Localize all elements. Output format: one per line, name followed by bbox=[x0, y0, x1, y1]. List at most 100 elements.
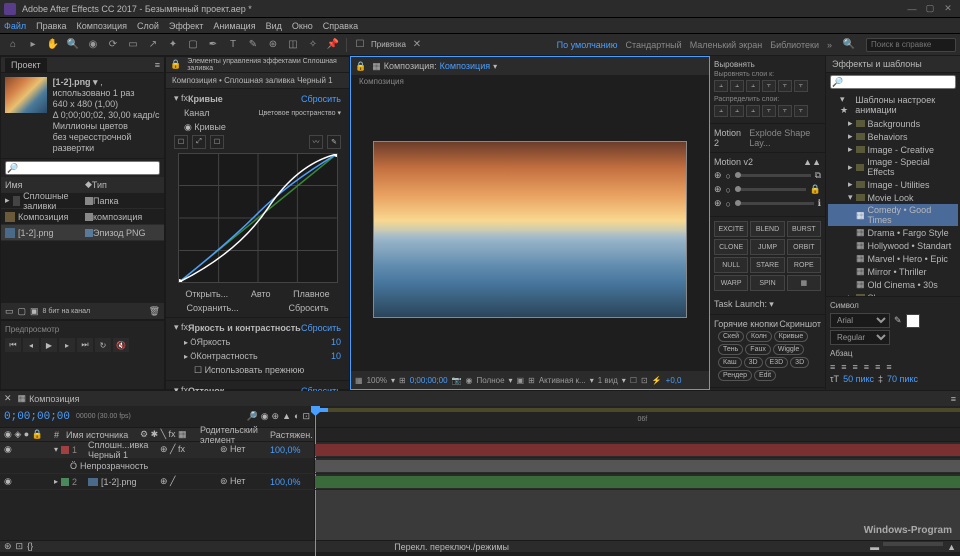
workspace-more-icon[interactable]: » bbox=[827, 40, 832, 50]
open-button[interactable]: Открыть... bbox=[185, 289, 228, 299]
tree-folder[interactable]: ▸Image - Utilities bbox=[828, 178, 958, 191]
lock-icon[interactable]: 🔒 bbox=[355, 61, 366, 72]
reset-button[interactable]: Сбросить bbox=[301, 94, 341, 104]
toggle-switches[interactable]: Перекл. переключ./режимы bbox=[394, 542, 509, 552]
menu-help[interactable]: Справка bbox=[323, 21, 358, 31]
pen-tool-icon[interactable]: ✒ bbox=[204, 37, 222, 53]
tl-tool-icon[interactable]: ⊡ bbox=[302, 411, 310, 422]
pixel-icon[interactable]: ⊡ bbox=[641, 376, 648, 385]
tool-orbit[interactable]: ORBIT bbox=[787, 239, 821, 255]
align-vcenter-icon[interactable]: ⫟ bbox=[778, 80, 792, 92]
pill-button[interactable]: Тень bbox=[718, 344, 743, 355]
zoom-dropdown[interactable]: 100% bbox=[367, 376, 387, 385]
new-comp-icon[interactable]: ▣ bbox=[30, 306, 39, 317]
tl-tool-icon[interactable]: ◐ bbox=[294, 411, 299, 422]
project-item[interactable]: [1-2].pngЭпизод PNG bbox=[1, 225, 164, 241]
bit-depth[interactable]: 8 бит на канал bbox=[43, 308, 145, 315]
next-frame-icon[interactable]: ▸ bbox=[59, 338, 75, 352]
tool-spin[interactable]: SPIN bbox=[750, 275, 784, 291]
align-right-icon[interactable]: ≡ bbox=[853, 362, 858, 372]
curve-rgb-icon[interactable]: ☐ bbox=[174, 135, 188, 149]
align-center-icon[interactable]: ≡ bbox=[841, 362, 846, 372]
close-button[interactable]: ✕ bbox=[940, 3, 956, 15]
first-frame-icon[interactable]: ⏮ bbox=[5, 338, 21, 352]
pan-tool-icon[interactable]: ↗ bbox=[144, 37, 162, 53]
pill-button[interactable]: Колн bbox=[746, 331, 772, 342]
tree-folder[interactable]: ▸Image - Creative bbox=[828, 143, 958, 156]
last-frame-icon[interactable]: ⏭ bbox=[77, 338, 93, 352]
col-stretch[interactable]: Растяжен. bbox=[270, 430, 310, 440]
ref-icon[interactable]: ℹ bbox=[818, 198, 821, 209]
explode-tab[interactable]: Explode Shape Lay... bbox=[749, 128, 821, 148]
tool-excite[interactable]: EXCITE bbox=[714, 221, 748, 237]
maximize-button[interactable]: ▢ bbox=[922, 3, 938, 15]
current-time[interactable]: 0;00;00;00 bbox=[4, 411, 70, 423]
shape-tool-icon[interactable]: ▢ bbox=[184, 37, 202, 53]
text-tool-icon[interactable]: T bbox=[224, 37, 242, 53]
tool-clone[interactable]: CLONE bbox=[714, 239, 748, 255]
pill-button[interactable]: Каш bbox=[718, 357, 742, 368]
channel-icon[interactable]: ◉ bbox=[466, 376, 473, 385]
dist-icon[interactable]: ⫟ bbox=[762, 105, 776, 117]
fxlib-tab[interactable]: Эффекты и шаблоны bbox=[826, 56, 960, 73]
menu-composition[interactable]: Композиция bbox=[77, 21, 127, 31]
workspace-default[interactable]: По умолчанию bbox=[557, 40, 618, 50]
reset-button[interactable]: Сбросить bbox=[301, 323, 341, 333]
play-icon[interactable]: ▶ bbox=[41, 338, 57, 352]
tl-opt-icon[interactable]: {} bbox=[27, 541, 33, 552]
snapshot-icon[interactable]: 📷 bbox=[452, 376, 462, 385]
zoom-in-icon[interactable]: ▲ bbox=[947, 542, 956, 552]
layer-bar[interactable] bbox=[315, 460, 960, 472]
curve-graph-icon[interactable]: ⤢ bbox=[192, 135, 206, 149]
col-source[interactable]: Имя источника bbox=[66, 430, 140, 440]
eyedropper-icon[interactable]: ✎ bbox=[894, 315, 902, 326]
col-name[interactable]: Имя bbox=[5, 180, 85, 190]
roto-tool-icon[interactable]: ✧ bbox=[304, 37, 322, 53]
dist-icon[interactable]: ⫠ bbox=[746, 105, 760, 117]
tree-root[interactable]: ▾ ★ Шаблоны настроек анимации bbox=[828, 93, 958, 117]
menu-window[interactable]: Окно bbox=[292, 21, 313, 31]
align-left-icon[interactable]: ≡ bbox=[830, 362, 835, 372]
tl-tool-icon[interactable]: ⊕ bbox=[272, 411, 280, 422]
legacy-checkbox[interactable]: ☐ Использовать прежнюю bbox=[194, 365, 304, 376]
screenshot-label[interactable]: Скриншот bbox=[779, 319, 821, 329]
time-display[interactable]: 0;00;00;00 bbox=[410, 376, 448, 385]
pill-button[interactable]: Edit bbox=[754, 370, 776, 381]
font-size[interactable]: 50 пикс bbox=[843, 374, 874, 384]
fast-icon[interactable]: ⚡ bbox=[652, 376, 662, 385]
orbit-tool-icon[interactable]: ◉ bbox=[84, 37, 102, 53]
menu-effect[interactable]: Эффект bbox=[169, 21, 203, 31]
weight-dropdown[interactable]: Regular bbox=[830, 330, 890, 345]
res-dropdown[interactable]: Полное bbox=[477, 376, 505, 385]
motion-tab[interactable]: Motion 2 bbox=[714, 128, 743, 148]
save-button[interactable]: Сохранить... bbox=[186, 303, 238, 313]
justify-icon[interactable]: ≡ bbox=[864, 362, 869, 372]
comp-preview-image[interactable] bbox=[373, 141, 688, 318]
lock-icon[interactable]: 🔒 bbox=[170, 59, 181, 70]
tool-blend[interactable]: BLEND bbox=[750, 221, 784, 237]
pill-button[interactable]: E3D bbox=[765, 357, 789, 368]
comp-tab[interactable]: ▦Композиция: Композиция ▾ bbox=[366, 59, 503, 74]
smooth-button[interactable]: Плавное bbox=[293, 289, 330, 299]
snap-icon[interactable]: ☐ bbox=[351, 37, 369, 53]
selection-tool-icon[interactable]: ▸ bbox=[24, 37, 42, 53]
tool-null[interactable]: NULL bbox=[714, 257, 748, 273]
workspace-libs[interactable]: Библиотеки bbox=[770, 40, 819, 50]
help-search-input[interactable] bbox=[866, 38, 956, 52]
timeline-layer[interactable]: ◉ ▸2[1-2].png⊕ ╱⊚ Нет100,0% bbox=[0, 474, 314, 490]
align-bottom-icon[interactable]: ⫟ bbox=[794, 80, 808, 92]
reset-curves-button[interactable]: Сбросить bbox=[289, 303, 329, 313]
layer-bar[interactable] bbox=[315, 444, 960, 456]
minimize-button[interactable]: — bbox=[904, 3, 920, 15]
anchor-tool-icon[interactable]: ✦ bbox=[164, 37, 182, 53]
menu-edit[interactable]: Правка bbox=[36, 21, 66, 31]
contrast-prop[interactable]: Контрастность bbox=[196, 351, 331, 361]
tree-preset[interactable]: ▦ Mirror • Thriller bbox=[828, 265, 958, 278]
slider[interactable] bbox=[735, 174, 811, 177]
dist-icon[interactable]: ⫠ bbox=[714, 105, 728, 117]
timeline-tab[interactable]: ▦Композиция bbox=[12, 391, 86, 406]
home-icon[interactable]: ⌂ bbox=[4, 37, 22, 53]
fx-toggle-icon[interactable]: ▾ fx bbox=[174, 322, 188, 333]
puppet-tool-icon[interactable]: 📌 bbox=[324, 37, 342, 53]
task-dropdown[interactable]: ▾ bbox=[769, 299, 774, 309]
